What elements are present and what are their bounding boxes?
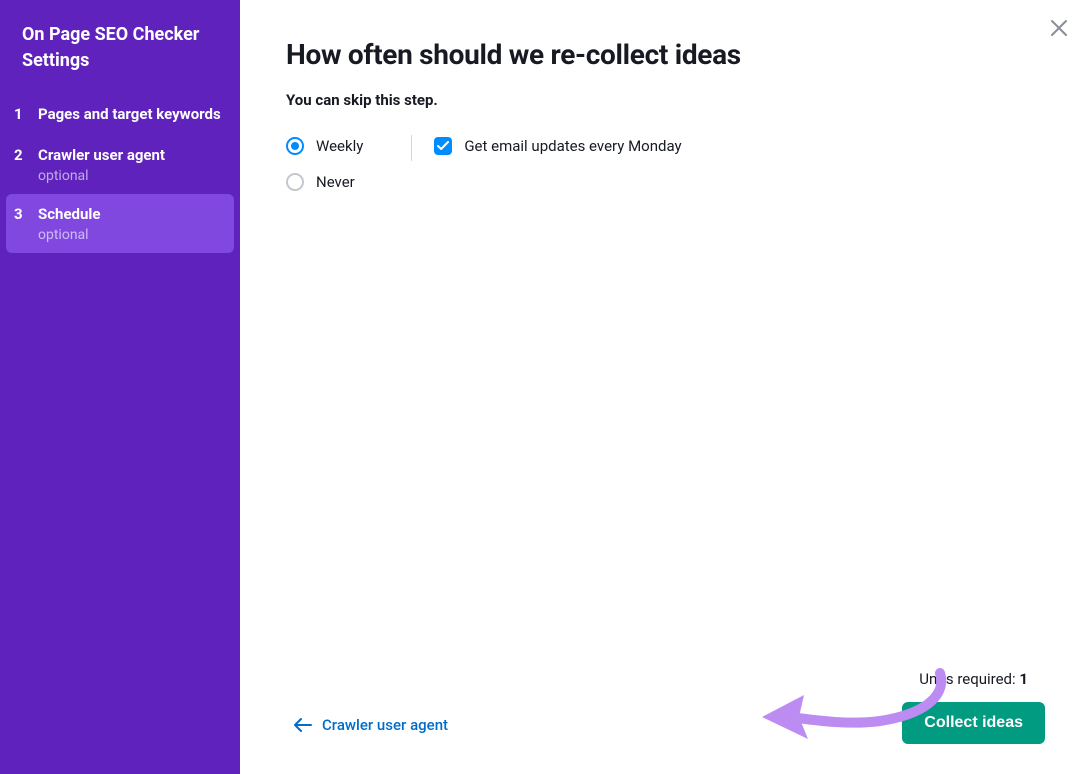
sidebar-title: On Page SEO Checker Settings bbox=[0, 0, 240, 94]
units-label: Units required: bbox=[919, 670, 1019, 688]
page-subtitle: You can skip this step. bbox=[286, 91, 1045, 109]
step-number: 1 bbox=[14, 104, 26, 125]
step-optional: optional bbox=[38, 227, 100, 243]
step-label: Pages and target keywords bbox=[38, 104, 221, 125]
divider bbox=[411, 135, 412, 161]
units-value: 1 bbox=[1019, 670, 1028, 688]
radio-label: Weekly bbox=[316, 137, 363, 155]
units-required: Units required: 1 bbox=[919, 670, 1028, 688]
checkbox-icon bbox=[434, 137, 452, 155]
collect-ideas-button[interactable]: Collect ideas bbox=[902, 702, 1045, 744]
checkbox-label: Get email updates every Monday bbox=[464, 137, 681, 155]
arrow-left-icon bbox=[294, 718, 312, 732]
radio-icon bbox=[286, 173, 304, 191]
sidebar-step-crawler-user-agent[interactable]: 2 Crawler user agent optional bbox=[0, 135, 240, 194]
step-number: 3 bbox=[14, 204, 26, 225]
step-label: Crawler user agent bbox=[38, 145, 165, 166]
radio-label: Never bbox=[316, 173, 355, 191]
back-link[interactable]: Crawler user agent bbox=[286, 706, 456, 744]
close-icon bbox=[1049, 18, 1069, 38]
step-number: 2 bbox=[14, 145, 26, 166]
page-title: How often should we re-collect ideas bbox=[286, 38, 1045, 71]
main-content: How often should we re-collect ideas You… bbox=[240, 0, 1091, 774]
sidebar-step-schedule[interactable]: 3 Schedule optional bbox=[6, 194, 234, 253]
close-button[interactable] bbox=[1045, 14, 1073, 42]
footer-right: Units required: 1 Collect ideas bbox=[902, 670, 1045, 744]
back-link-label: Crawler user agent bbox=[322, 716, 448, 734]
schedule-options: Weekly Never Get email updates every Mon… bbox=[286, 137, 1045, 191]
radio-never[interactable]: Never bbox=[286, 173, 363, 191]
footer: Crawler user agent Units required: 1 Col… bbox=[286, 670, 1045, 744]
step-optional: optional bbox=[38, 168, 165, 184]
sidebar: On Page SEO Checker Settings 1 Pages and… bbox=[0, 0, 240, 774]
sidebar-steps: 1 Pages and target keywords 2 Crawler us… bbox=[0, 94, 240, 253]
checkbox-email-updates[interactable]: Get email updates every Monday bbox=[434, 137, 681, 155]
step-label: Schedule bbox=[38, 204, 100, 225]
radio-weekly[interactable]: Weekly bbox=[286, 137, 363, 155]
radio-icon bbox=[286, 137, 304, 155]
radio-group-frequency: Weekly Never bbox=[286, 137, 363, 191]
sidebar-step-pages-keywords[interactable]: 1 Pages and target keywords bbox=[0, 94, 240, 135]
